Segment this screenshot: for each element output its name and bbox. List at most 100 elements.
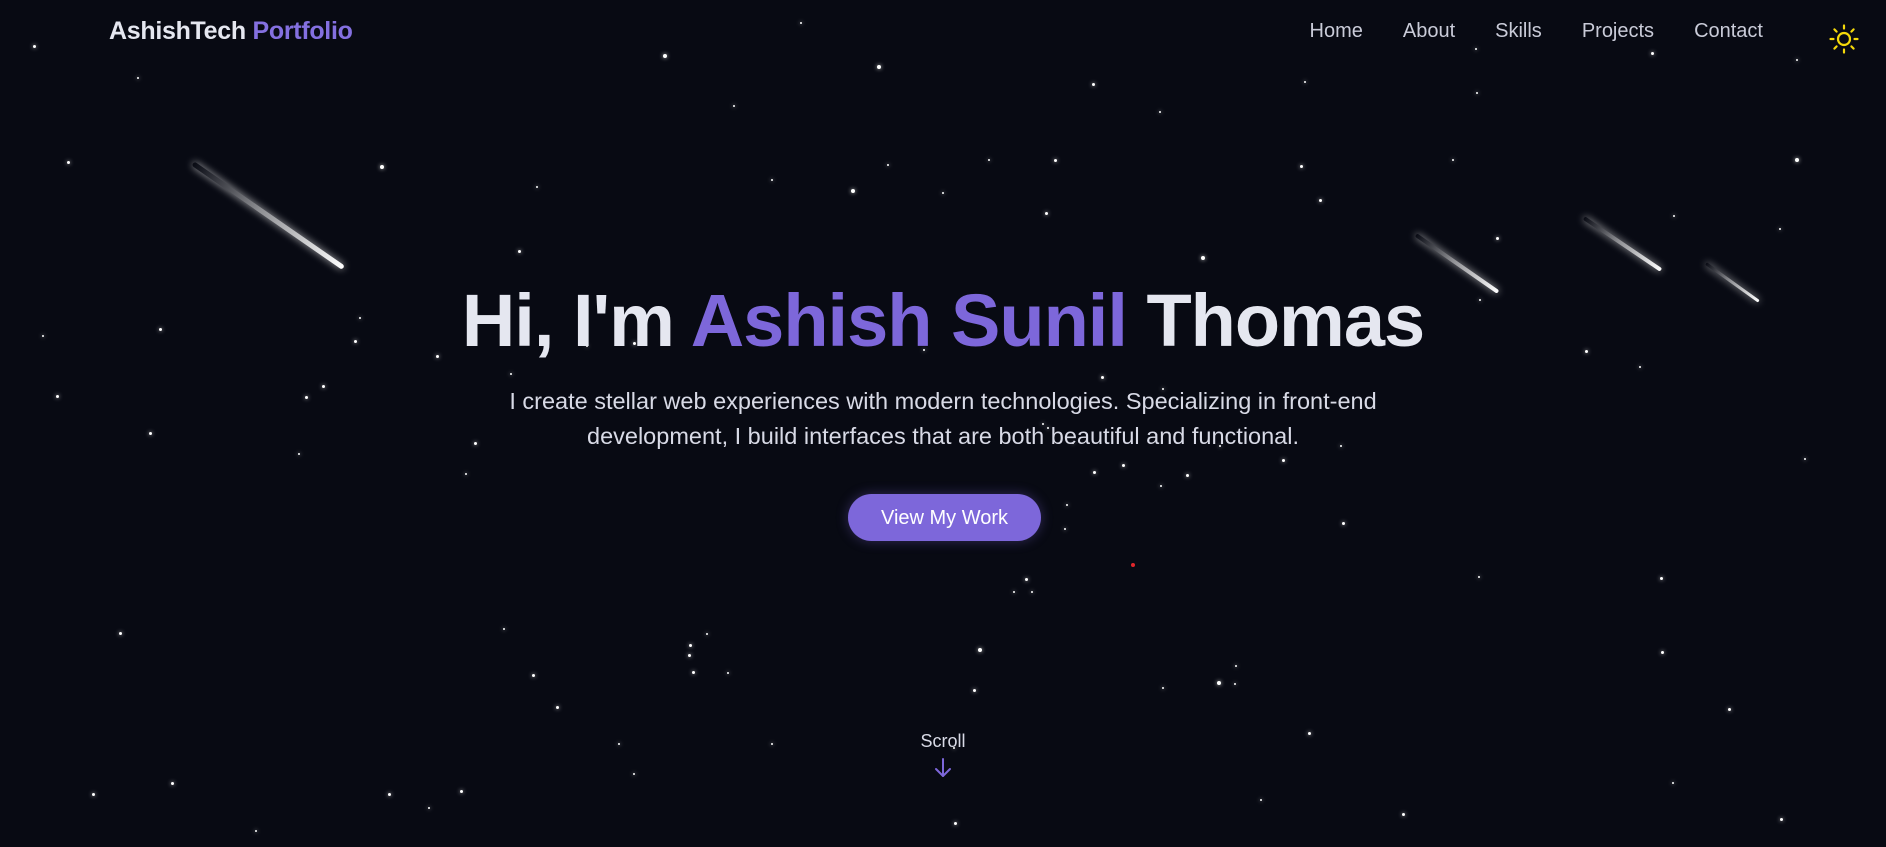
sun-icon — [1829, 24, 1859, 54]
star — [1401, 812, 1405, 816]
star — [771, 179, 773, 181]
hero-name-accent: Ashish Sunil — [690, 279, 1128, 362]
star — [988, 159, 990, 161]
star — [321, 384, 325, 388]
star — [66, 160, 70, 164]
star — [887, 164, 889, 166]
shooting-star — [1582, 216, 1663, 272]
star — [1092, 470, 1096, 474]
star — [953, 821, 957, 825]
star — [510, 373, 512, 375]
star — [706, 633, 708, 635]
star — [1185, 473, 1189, 477]
star — [1235, 665, 1237, 667]
star — [733, 105, 735, 107]
star — [851, 189, 855, 193]
nav-projects[interactable]: Projects — [1582, 20, 1654, 43]
arrow-down-icon — [935, 758, 951, 777]
star — [1478, 576, 1480, 578]
star — [1779, 817, 1783, 821]
star — [1024, 577, 1028, 581]
star — [298, 453, 300, 455]
star — [1476, 92, 1478, 94]
star — [771, 743, 773, 745]
shooting-star — [191, 161, 345, 270]
star — [1779, 228, 1781, 230]
star — [148, 431, 152, 435]
cursor-dot — [1131, 563, 1135, 567]
star — [1639, 366, 1641, 368]
star — [1804, 458, 1806, 460]
star — [1304, 81, 1306, 83]
hero-greeting: Hi, I'm — [461, 279, 675, 362]
star — [170, 781, 174, 785]
star — [1452, 159, 1454, 161]
hero-title: Hi, I'm Ashish Sunil Thomas — [0, 277, 1886, 365]
star — [1659, 576, 1663, 580]
star — [465, 473, 467, 475]
star — [428, 807, 430, 809]
view-my-work-button[interactable]: View My Work — [848, 494, 1041, 541]
star — [633, 773, 635, 775]
hero-name-rest: Thomas — [1146, 279, 1425, 362]
nav-contact[interactable]: Contact — [1694, 20, 1763, 43]
star — [1160, 485, 1162, 487]
star — [1673, 215, 1675, 217]
nav-home[interactable]: Home — [1310, 20, 1363, 43]
star — [459, 789, 463, 793]
brand-accent: Portfolio — [252, 17, 353, 45]
star — [118, 631, 122, 635]
star — [1031, 591, 1033, 593]
site-header: AshishTech Portfolio Home About Skills P… — [0, 0, 1886, 66]
brand-logo[interactable]: AshishTech Portfolio — [109, 17, 353, 46]
star — [1121, 463, 1125, 467]
star — [555, 705, 559, 709]
star — [1260, 799, 1262, 801]
star — [1299, 164, 1303, 168]
star — [531, 673, 535, 677]
theme-toggle-button[interactable] — [1829, 24, 1859, 54]
star — [972, 688, 976, 692]
star — [517, 249, 521, 253]
star — [1217, 681, 1221, 685]
star — [137, 77, 139, 79]
star — [255, 830, 257, 832]
star — [1201, 256, 1205, 260]
star — [1727, 707, 1731, 711]
nav-skills[interactable]: Skills — [1495, 20, 1542, 43]
star — [1318, 198, 1322, 202]
star — [727, 672, 729, 674]
star — [1159, 111, 1161, 113]
star — [1307, 731, 1311, 735]
star — [1341, 521, 1345, 525]
star — [1091, 82, 1095, 86]
star — [1660, 650, 1664, 654]
star — [91, 792, 95, 796]
portfolio-page: AshishTech Portfolio Home About Skills P… — [0, 0, 1886, 847]
scroll-indicator[interactable]: Scroll — [893, 731, 993, 780]
star — [942, 192, 944, 194]
star — [1795, 158, 1799, 162]
hero-subtitle: I create stellar web experiences with mo… — [509, 388, 1377, 449]
star — [55, 394, 59, 398]
star — [387, 792, 391, 796]
star — [304, 395, 308, 399]
nav-about[interactable]: About — [1403, 20, 1455, 43]
star — [691, 670, 695, 674]
star — [687, 653, 691, 657]
star — [1495, 236, 1499, 240]
main-nav: Home About Skills Projects Contact — [1310, 20, 1763, 43]
star — [1100, 375, 1104, 379]
star — [1053, 158, 1057, 162]
star — [1281, 458, 1285, 462]
star — [1162, 687, 1164, 689]
scroll-label: Scroll — [920, 731, 966, 751]
star — [688, 643, 692, 647]
star — [1044, 211, 1048, 215]
star — [1066, 504, 1068, 506]
star — [1013, 591, 1015, 593]
star — [618, 743, 620, 745]
star — [536, 186, 538, 188]
star — [1064, 528, 1066, 530]
star — [1672, 782, 1674, 784]
